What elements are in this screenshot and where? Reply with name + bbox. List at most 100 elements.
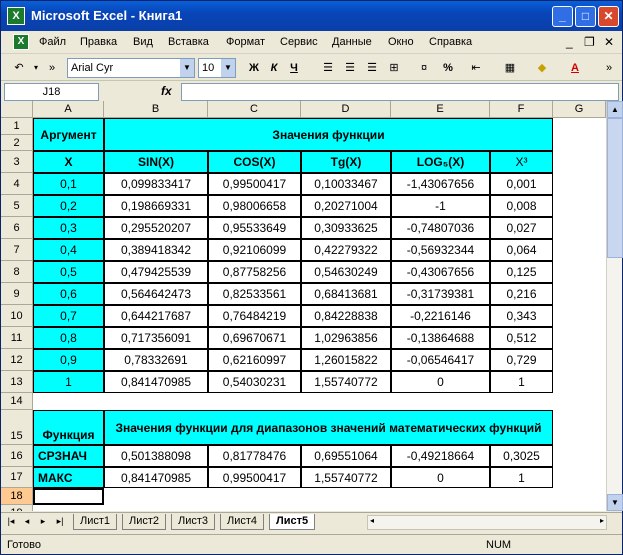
row-header[interactable]: 19 — [1, 505, 33, 511]
function-value-cell[interactable]: 0,216 — [490, 283, 553, 305]
italic-button[interactable]: К — [265, 58, 283, 78]
align-left-icon[interactable]: ☰ — [319, 58, 337, 78]
decrease-indent-icon[interactable]: ⇤ — [467, 58, 485, 78]
formula-input[interactable] — [181, 83, 619, 101]
function-value-cell[interactable]: 1,55740772 — [301, 371, 391, 393]
row-header[interactable]: 1 — [1, 118, 33, 135]
scroll-left-icon[interactable]: ◂ — [370, 516, 374, 525]
row-header[interactable]: 18 — [1, 488, 33, 505]
function-value-cell[interactable]: 1,26015822 — [301, 349, 391, 371]
col-header-c[interactable]: C — [208, 101, 301, 118]
currency-icon[interactable]: ¤ — [415, 58, 433, 78]
horizontal-scrollbar[interactable]: ◂ ▸ — [367, 515, 607, 530]
function-value-cell[interactable]: 0,54030231 — [208, 371, 301, 393]
stat-value-cell[interactable]: 0,3025 — [490, 445, 553, 467]
row-header[interactable]: 8 — [1, 261, 33, 283]
function-value-cell[interactable]: 0,001 — [490, 173, 553, 195]
row-header[interactable]: 13 — [1, 371, 33, 393]
borders-icon[interactable]: ▦ — [501, 58, 519, 78]
x-value-cell[interactable]: 0,7 — [33, 305, 104, 327]
sheet-tab-2[interactable]: Лист2 — [122, 514, 167, 530]
function-value-cell[interactable]: 0,389418342 — [104, 239, 208, 261]
function-value-cell[interactable]: 0,729 — [490, 349, 553, 371]
row-header[interactable]: 2 — [1, 135, 33, 151]
sheet-tab-1[interactable]: Лист1 — [73, 514, 118, 530]
function-value-cell[interactable]: 1 — [490, 371, 553, 393]
row-header[interactable]: 12 — [1, 349, 33, 371]
row-header[interactable]: 7 — [1, 239, 33, 261]
function-value-cell[interactable]: 0,87758256 — [208, 261, 301, 283]
function-value-cell[interactable]: 0,76484219 — [208, 305, 301, 327]
doc-restore-button[interactable]: ❐ — [584, 35, 595, 49]
maximize-button[interactable]: □ — [575, 6, 596, 27]
cube-header[interactable]: X³ — [490, 151, 553, 173]
function-value-cell[interactable]: 0,54630249 — [301, 261, 391, 283]
col-header-g[interactable]: G — [553, 101, 606, 118]
row-header[interactable]: 10 — [1, 305, 33, 327]
function-value-cell[interactable]: -0,43067656 — [391, 261, 490, 283]
fill-color-icon[interactable]: ◆ — [533, 58, 551, 78]
function-value-cell[interactable]: 0,68413681 — [301, 283, 391, 305]
function-value-cell[interactable]: -0,13864688 — [391, 327, 490, 349]
undo-icon[interactable]: ↶ — [7, 58, 31, 78]
scroll-thumb[interactable] — [607, 118, 623, 258]
function-value-cell[interactable]: 0,42279322 — [301, 239, 391, 261]
x-value-cell[interactable]: 0,8 — [33, 327, 104, 349]
function-value-cell[interactable]: 0,717356091 — [104, 327, 208, 349]
function-value-cell[interactable]: 0,92106099 — [208, 239, 301, 261]
stat-value-cell[interactable]: -0,49218664 — [391, 445, 490, 467]
function-value-cell[interactable]: 0,99500417 — [208, 173, 301, 195]
sin-header[interactable]: SIN(X) — [104, 151, 208, 173]
stat-value-cell[interactable]: 0 — [391, 467, 490, 488]
function-value-cell[interactable]: 0,343 — [490, 305, 553, 327]
doc-close-button[interactable]: ✕ — [604, 35, 614, 49]
function-value-cell[interactable]: 0,62160997 — [208, 349, 301, 371]
log-header[interactable]: LOG₅(X) — [391, 151, 490, 173]
stat-value-cell[interactable]: 0,501388098 — [104, 445, 208, 467]
stat-value-cell[interactable]: 1,55740772 — [301, 467, 391, 488]
col-header-b[interactable]: B — [104, 101, 208, 118]
col-header-a[interactable]: A — [33, 101, 104, 118]
function-value-cell[interactable]: 0,95533649 — [208, 217, 301, 239]
col-header-f[interactable]: F — [490, 101, 553, 118]
x-value-cell[interactable]: 0,6 — [33, 283, 104, 305]
stat-value-cell[interactable]: 1 — [490, 467, 553, 488]
function-value-cell[interactable]: 0,479425539 — [104, 261, 208, 283]
font-name-select[interactable]: Arial Cyr ▼ — [67, 58, 195, 78]
row-header[interactable]: 9 — [1, 283, 33, 305]
stat-value-cell[interactable]: 0,841470985 — [104, 467, 208, 488]
function-value-cell[interactable]: 0,512 — [490, 327, 553, 349]
stat-value-cell[interactable]: 0,99500417 — [208, 467, 301, 488]
row-header[interactable]: 11 — [1, 327, 33, 349]
prev-sheet-icon[interactable]: ◂ — [21, 513, 33, 529]
x-value-cell[interactable]: 1 — [33, 371, 104, 393]
function-value-cell[interactable]: 0,295520207 — [104, 217, 208, 239]
argument-header[interactable]: Аргумент — [33, 118, 104, 151]
function-value-cell[interactable]: 0,564642473 — [104, 283, 208, 305]
x-value-cell[interactable]: 0,5 — [33, 261, 104, 283]
scroll-down-icon[interactable]: ▼ — [607, 494, 623, 511]
x-header[interactable]: X — [33, 151, 104, 173]
merge-center-icon[interactable]: ⊞ — [385, 58, 403, 78]
function-value-cell[interactable]: 0,30933625 — [301, 217, 391, 239]
function-value-cell[interactable]: 0,099833417 — [104, 173, 208, 195]
function-value-cell[interactable]: -0,2216146 — [391, 305, 490, 327]
menu-data[interactable]: Данные — [332, 36, 372, 48]
row-header[interactable]: 14 — [1, 393, 33, 410]
doc-minimize-button[interactable]: _ — [566, 35, 573, 49]
row-header[interactable]: 5 — [1, 195, 33, 217]
menu-tools[interactable]: Сервис — [280, 36, 318, 48]
next-sheet-icon[interactable]: ▸ — [37, 513, 49, 529]
row-header[interactable]: 6 — [1, 217, 33, 239]
name-box[interactable]: J18 — [4, 83, 99, 101]
title-bar[interactable]: X Microsoft Excel - Книга1 _ □ ✕ — [1, 1, 622, 31]
function-value-cell[interactable]: 0,20271004 — [301, 195, 391, 217]
col-header-e[interactable]: E — [391, 101, 490, 118]
function-label[interactable]: Функция — [33, 410, 104, 445]
function-value-cell[interactable]: 0,84228838 — [301, 305, 391, 327]
select-all-corner[interactable] — [1, 101, 33, 118]
align-center-icon[interactable]: ☰ — [341, 58, 359, 78]
function-value-cell[interactable]: 0 — [391, 371, 490, 393]
function-value-cell[interactable]: -0,06546417 — [391, 349, 490, 371]
range-header[interactable]: Значения функции для диапазонов значений… — [104, 410, 553, 445]
